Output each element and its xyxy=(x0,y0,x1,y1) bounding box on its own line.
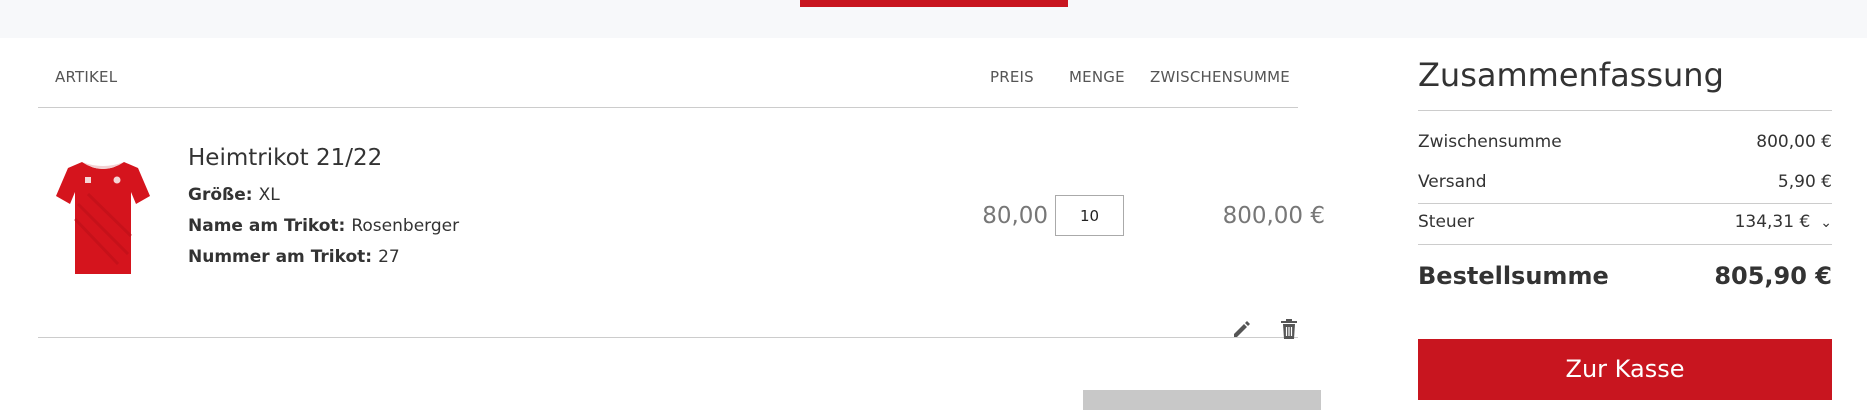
order-total-value: 805,90 € xyxy=(1714,262,1832,290)
product-option-number: Nummer am Trikot: 27 xyxy=(188,247,400,267)
secondary-button[interactable] xyxy=(1083,390,1321,410)
order-total-label: Bestellsumme xyxy=(1418,262,1609,290)
divider xyxy=(1418,244,1832,245)
option-value: 27 xyxy=(378,247,400,267)
option-label: Name am Trikot: xyxy=(188,216,346,236)
option-value: XL xyxy=(258,185,280,205)
column-header-price: PREIS xyxy=(990,68,1034,86)
item-subtotal: 800,00 € xyxy=(1222,203,1325,229)
cart-table-header: ARTIKEL PREIS MENGE ZWISCHENSUMME xyxy=(38,68,1298,108)
item-price: 80,00 € xyxy=(982,203,1070,229)
summary-label: Steuer xyxy=(1418,212,1475,232)
pencil-icon[interactable] xyxy=(1230,318,1252,340)
summary-title: Zusammenfassung xyxy=(1418,56,1724,94)
cart-item-row: Heimtrikot 21/22 Größe: XL Name am Trikot… xyxy=(38,108,1325,340)
active-step-indicator xyxy=(800,0,1068,7)
option-label: Nummer am Trikot: xyxy=(188,247,373,267)
summary-value-wrap: 134,31 € ⌄ xyxy=(1735,212,1832,232)
trash-icon[interactable] xyxy=(1278,318,1300,340)
divider xyxy=(1418,203,1832,204)
chevron-down-icon[interactable]: ⌄ xyxy=(1820,215,1832,231)
column-header-item: ARTIKEL xyxy=(55,68,118,86)
column-header-quantity: MENGE xyxy=(1069,68,1125,86)
product-option-size: Größe: XL xyxy=(188,185,280,205)
product-option-name: Name am Trikot: Rosenberger xyxy=(188,216,459,236)
product-title[interactable]: Heimtrikot 21/22 xyxy=(188,145,382,171)
summary-value: 134,31 € xyxy=(1734,212,1811,232)
option-label: Größe: xyxy=(188,185,253,205)
summary-value: 800,00 € xyxy=(1756,132,1832,152)
red-jersey-icon[interactable] xyxy=(48,144,158,284)
checkout-button[interactable]: Zur Kasse xyxy=(1418,339,1832,400)
column-header-subtotal: ZWISCHENSUMME xyxy=(1150,68,1290,86)
summary-label: Zwischensumme xyxy=(1418,132,1562,152)
summary-label: Versand xyxy=(1418,172,1487,192)
summary-value: 5,90 € xyxy=(1777,172,1832,192)
option-value: Rosenberger xyxy=(351,216,460,236)
quantity-input[interactable] xyxy=(1055,195,1124,236)
divider xyxy=(1418,110,1832,111)
